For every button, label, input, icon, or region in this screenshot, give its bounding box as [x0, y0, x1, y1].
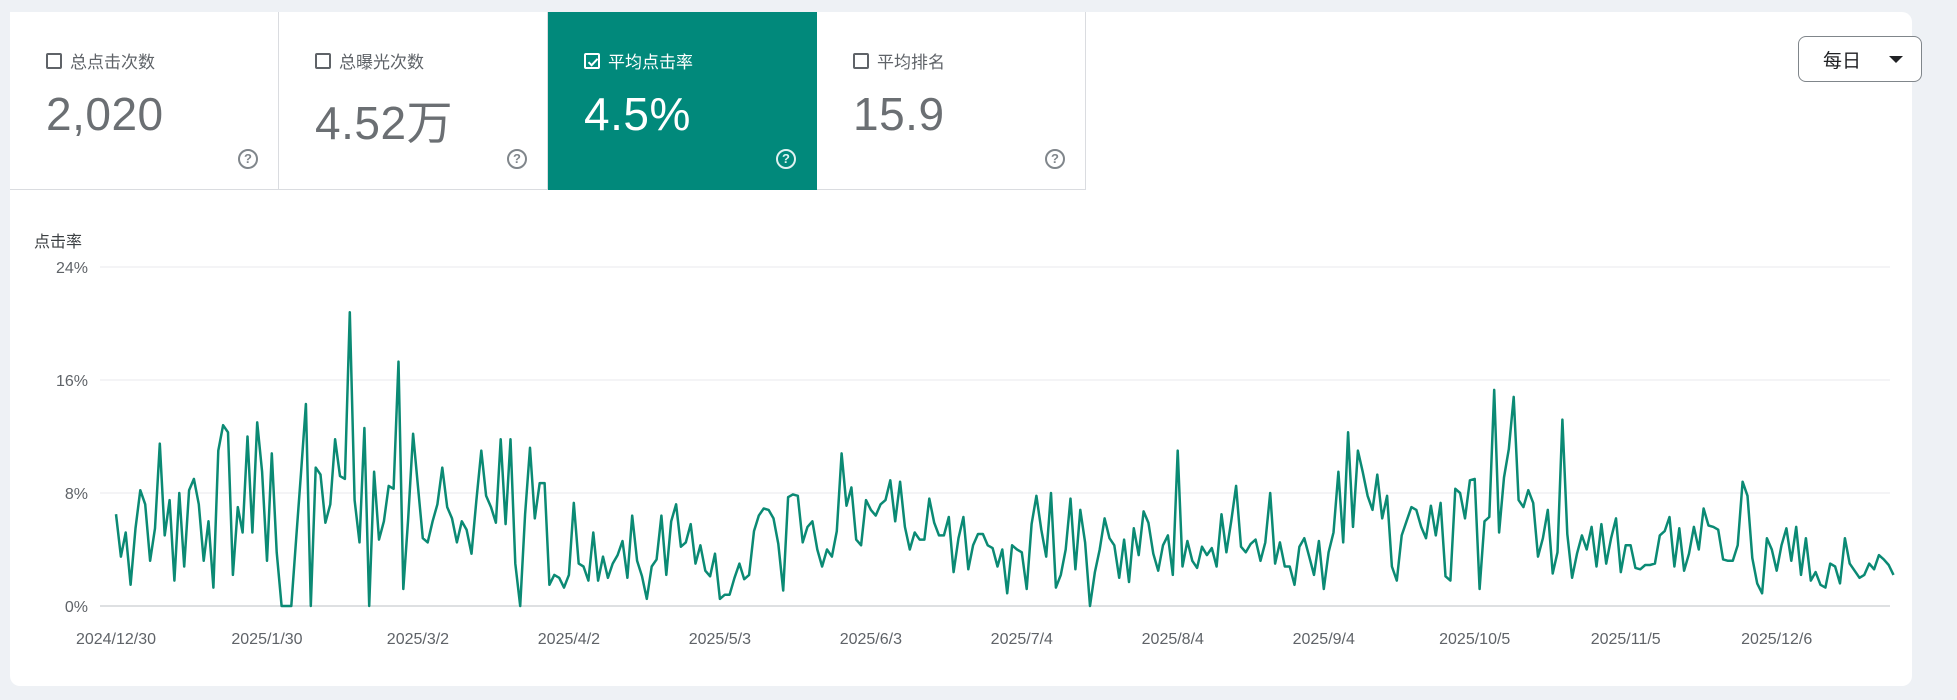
x-tick-label: 2024/12/30 — [76, 631, 156, 648]
x-tick-label: 2025/3/2 — [387, 631, 449, 648]
x-tick-label: 2025/1/30 — [231, 631, 302, 648]
y-tick-label: 0% — [65, 599, 88, 616]
x-tick-label: 2025/8/4 — [1142, 631, 1204, 648]
x-tick-label: 2025/5/3 — [689, 631, 751, 648]
y-tick-label: 8% — [65, 486, 88, 503]
x-tick-label: 2025/9/4 — [1293, 631, 1355, 648]
x-tick-label: 2025/4/2 — [538, 631, 600, 648]
x-tick-label: 2025/6/3 — [840, 631, 902, 648]
ctr-line-chart: 点击率 0% 8% 16% 24% 2024/12/30 2025/1/30 2025/3… — [34, 233, 1895, 648]
x-tick-label: 2025/10/5 — [1439, 631, 1510, 648]
y-tick-label: 24% — [56, 260, 88, 277]
y-tick-label: 16% — [56, 373, 88, 390]
series-line-ctr — [114, 310, 1895, 608]
x-tick-label: 2025/7/4 — [991, 631, 1053, 648]
x-tick-label: 2025/11/5 — [1591, 631, 1661, 648]
performance-card: 总点击次数 2,020 ? 总曝光次数 4.52万 ? 平均点击率 4.5% ?… — [10, 12, 1922, 686]
y-axis-title: 点击率 — [34, 233, 82, 251]
x-tick-label: 2025/12/6 — [1741, 631, 1812, 648]
